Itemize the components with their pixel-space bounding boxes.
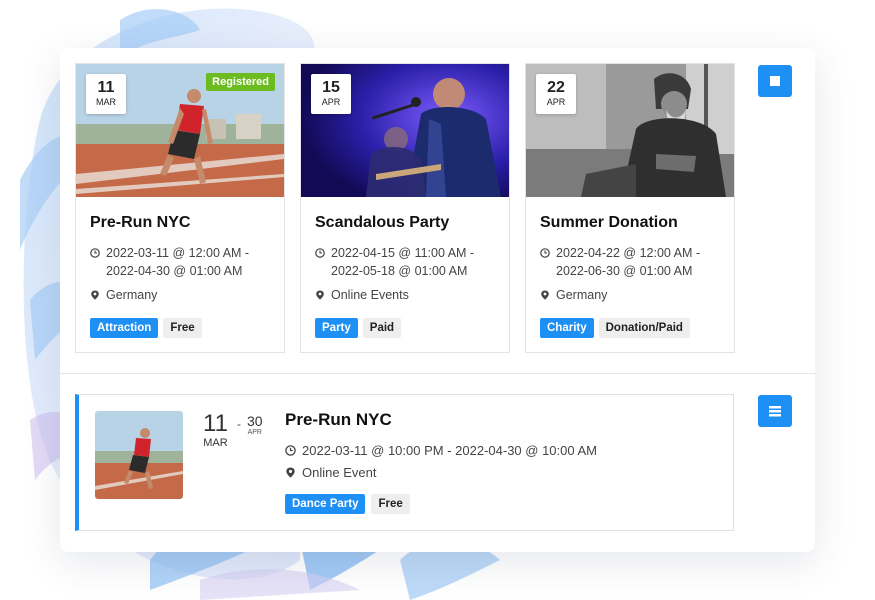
event-title[interactable]: Pre-Run NYC (90, 214, 190, 232)
event-card[interactable]: 15 APR Scandalous Party 2022-04-15 @ 11:… (300, 63, 510, 353)
event-time-end: 2022-04-30 @ 01:00 AM (106, 264, 243, 278)
event-card[interactable]: 22 APR Summer Donation 2022-04-22 @ 12:0… (525, 63, 735, 353)
event-month: APR (546, 97, 566, 107)
event-location: Germany (90, 286, 157, 304)
event-day: 15 (322, 79, 340, 96)
date-badge: 22 APR (536, 74, 576, 114)
price-tag: Donation/Paid (598, 318, 690, 338)
map-pin-icon (541, 290, 549, 300)
category-tag[interactable]: Dance Party (285, 494, 366, 514)
map-pin-icon (91, 290, 99, 300)
end-date: 30 APR (247, 413, 263, 436)
event-thumbnail-runner (95, 411, 183, 499)
event-location-text: Germany (106, 288, 158, 302)
event-month: APR (321, 97, 341, 107)
date-separator: - (237, 417, 241, 431)
start-month: MAR (203, 437, 228, 449)
map-pin-icon (286, 467, 295, 478)
map-pin-icon (316, 290, 324, 300)
price-tag: Free (163, 318, 202, 338)
date-badge: 11 MAR (86, 74, 126, 114)
clock-icon (285, 445, 296, 456)
end-day: 30 (247, 413, 263, 429)
list-view-icon (769, 406, 781, 417)
start-day: 11 (203, 410, 228, 437)
event-time-end: 2022-06-30 @ 01:00 AM (556, 264, 693, 278)
event-title[interactable]: Scandalous Party (315, 214, 449, 232)
price-tag: Paid (362, 318, 402, 338)
start-date: 11 MAR (203, 410, 228, 450)
list-view-button[interactable] (758, 395, 792, 427)
event-location: Online Event (285, 465, 376, 480)
event-day: 22 (547, 79, 565, 96)
event-tags: Charity Donation/Paid (540, 318, 690, 338)
event-time-end: 2022-05-18 @ 01:00 AM (331, 264, 468, 278)
event-card[interactable]: 11 MAR Registered Pre-Run NYC 2022-03-11… (75, 63, 285, 353)
event-location: Online Events (315, 286, 409, 304)
event-location-text: Online Events (331, 288, 409, 302)
event-time: 2022-04-22 @ 12:00 AM - 2022-06-30 @ 01:0… (540, 244, 700, 280)
event-time-text: 2022-03-11 @ 10:00 PM - 2022-04-30 @ 10:… (302, 443, 597, 458)
event-time: 2022-04-15 @ 11:00 AM - 2022-05-18 @ 01:0… (315, 244, 474, 280)
event-tags: Party Paid (315, 318, 402, 338)
date-badge: 15 APR (311, 74, 351, 114)
clock-icon (540, 248, 550, 258)
event-tags: Dance Party Free (285, 494, 410, 514)
event-time-start: 2022-03-11 @ 12:00 AM - (106, 246, 250, 260)
event-location: Germany (540, 286, 607, 304)
event-time: 2022-03-11 @ 12:00 AM - 2022-04-30 @ 01:0… (90, 244, 249, 280)
event-title[interactable]: Summer Donation (540, 214, 678, 232)
category-tag[interactable]: Charity (540, 318, 594, 338)
event-day: 11 (97, 79, 115, 96)
event-tags: Attraction Free (90, 318, 202, 338)
grid-view-icon (770, 76, 780, 86)
grid-view-button[interactable] (758, 65, 792, 97)
section-divider (60, 373, 815, 374)
event-title[interactable]: Pre-Run NYC (285, 410, 392, 430)
registered-badge: Registered (206, 73, 275, 91)
event-location-text: Germany (556, 288, 608, 302)
event-list-item[interactable]: 11 MAR - 30 APR Pre-Run NYC 2022-03-11 @… (75, 394, 734, 531)
event-location-text: Online Event (302, 465, 377, 480)
category-tag[interactable]: Party (315, 318, 358, 338)
category-tag[interactable]: Attraction (90, 318, 159, 338)
end-month: APR (247, 429, 262, 436)
event-time-start: 2022-04-15 @ 11:00 AM - (331, 246, 475, 260)
clock-icon (90, 248, 100, 258)
event-time: 2022-03-11 @ 10:00 PM - 2022-04-30 @ 10:… (285, 443, 597, 458)
event-month: MAR (96, 97, 116, 107)
price-tag: Free (371, 494, 410, 514)
clock-icon (315, 248, 325, 258)
event-time-start: 2022-04-22 @ 12:00 AM - (556, 246, 701, 260)
